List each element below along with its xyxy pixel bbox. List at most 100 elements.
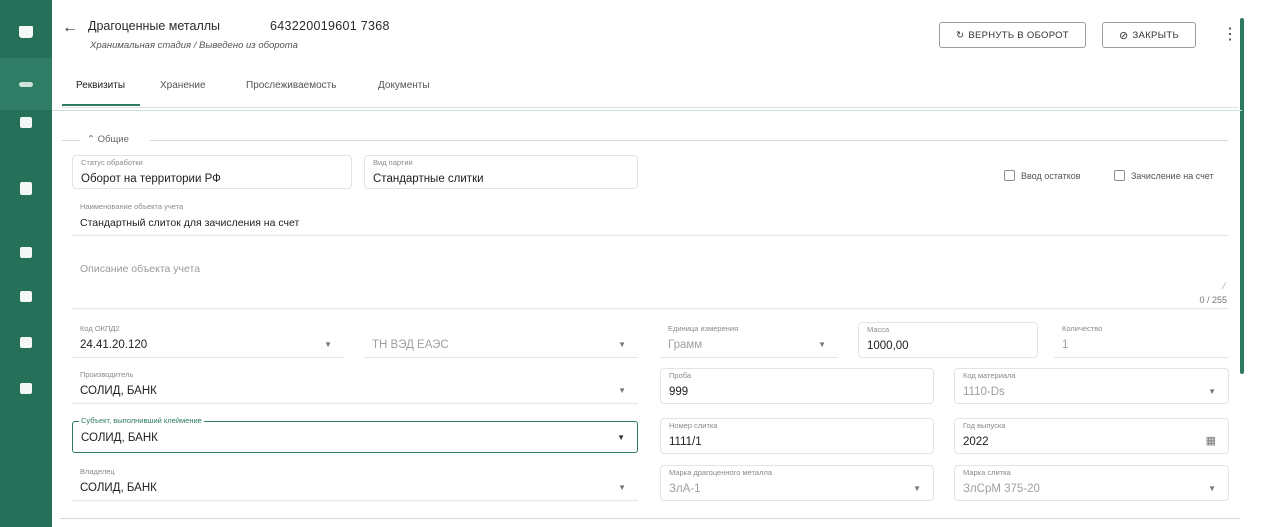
- nav-mail[interactable]: [0, 270, 52, 322]
- unit-select[interactable]: Единица измерения Грамм ▼: [660, 322, 838, 358]
- field-label: Проба: [669, 371, 692, 380]
- year-field[interactable]: Год выпуска 2022 ▦: [954, 418, 1229, 454]
- field-label: Марка слитка: [963, 468, 1011, 477]
- return-button-label: ВЕРНУТЬ В ОБОРОТ: [968, 29, 1069, 41]
- field-value: ЗлА-1: [669, 483, 701, 495]
- field-value: 24.41.20.120: [80, 339, 148, 351]
- material-code-select[interactable]: Код материала 1110-Ds ▼: [954, 368, 1229, 404]
- breadcrumb: Хранимальная стадия / Выведено из оборот…: [90, 40, 298, 51]
- owner-select[interactable]: Владелец СОЛИД, БАНК ▼: [72, 465, 638, 501]
- field-value: 1110-Ds: [963, 386, 1005, 398]
- kind-field[interactable]: Вид партии Стандартные слитки: [364, 155, 638, 189]
- object-name-field[interactable]: Наименование объекта учета Стандартный с…: [72, 200, 1229, 236]
- field-value: ТН ВЭД ЕАЭС: [372, 339, 449, 351]
- bar-brand-select[interactable]: Марка слитка ЗлСрМ 375-20 ▼: [954, 465, 1229, 501]
- textarea-placeholder: Описание объекта учета: [80, 263, 201, 275]
- wave-icon: [19, 81, 33, 87]
- left-rail: [0, 0, 52, 527]
- field-label: Вид партии: [373, 158, 413, 167]
- field-value: 1: [1062, 339, 1069, 351]
- field-value: СОЛИД, БАНК: [80, 385, 157, 397]
- tab-traceability[interactable]: Прослеживаемость: [246, 80, 336, 101]
- field-value: Стандартный слиток для зачисления на сче…: [80, 217, 300, 229]
- okpd-select[interactable]: Код ОКПД2 24.41.20.120 ▼: [72, 322, 344, 358]
- nav-cart[interactable]: [0, 6, 52, 58]
- mail-icon: [20, 290, 32, 302]
- chevron-up-icon: ⌃: [87, 134, 95, 145]
- more-menu-icon[interactable]: ⋮: [1222, 25, 1238, 45]
- chevron-down-icon: ▼: [1208, 387, 1216, 396]
- field-label: Владелец: [80, 467, 115, 476]
- nav-card[interactable]: [0, 96, 52, 148]
- field-value: СОЛИД, БАНК: [81, 432, 158, 444]
- chevron-down-icon: ▼: [617, 433, 625, 442]
- ban-icon: ⊘: [1118, 29, 1129, 42]
- object-code: 643220019601 7368: [270, 19, 390, 33]
- section-line-left: [62, 140, 80, 141]
- tab-storage[interactable]: Хранение: [160, 80, 206, 101]
- field-value: СОЛИД, БАНК: [80, 482, 157, 494]
- active-tab-indicator: [62, 104, 140, 106]
- nav-clipboard[interactable]: [0, 162, 52, 214]
- mass-field[interactable]: Масса 1000,00: [858, 322, 1038, 358]
- back-arrow-icon[interactable]: ←: [62, 20, 78, 36]
- metal-brand-select[interactable]: Марка драгоценного металла ЗлА-1 ▼: [660, 465, 934, 501]
- field-label: Масса: [867, 325, 890, 334]
- field-label: Статус обработки: [81, 158, 143, 167]
- section-line-right: [150, 140, 1228, 141]
- checkbox-box[interactable]: [1114, 170, 1125, 181]
- field-value: 1111/1: [669, 436, 702, 448]
- account-credit-checkbox[interactable]: Зачисление на счет: [1114, 170, 1214, 181]
- return-icon: ↻: [956, 29, 965, 41]
- close-button-label: ЗАКРЫТЬ: [1132, 29, 1180, 41]
- chevron-down-icon: ▼: [818, 340, 826, 349]
- section-title-label: Общие: [97, 134, 129, 145]
- tab-requisites[interactable]: Реквизиты: [76, 80, 125, 101]
- calendar-icon[interactable]: ▦: [1206, 434, 1216, 447]
- chevron-down-icon: ▼: [618, 340, 626, 349]
- chevron-down-icon: ▼: [913, 484, 921, 493]
- nav-building[interactable]: [0, 362, 52, 414]
- checkbox-label: Зачисление на счет: [1131, 170, 1214, 181]
- manufacturer-select[interactable]: Производитель СОЛИД, БАНК ▼: [72, 368, 638, 404]
- close-button[interactable]: ⊘ ЗАКРЫТЬ: [1102, 22, 1196, 48]
- description-textarea[interactable]: Описание объекта учета ⁄ 0 / 255: [72, 253, 1229, 309]
- field-label: Код материала: [963, 371, 1016, 380]
- field-label: Код ОКПД2: [80, 324, 120, 333]
- field-label: Производитель: [80, 370, 134, 379]
- scrollbar[interactable]: [1240, 18, 1244, 374]
- field-label: Количество: [1062, 324, 1103, 333]
- field-label: Субъект, выполнивший клеймение: [79, 416, 204, 425]
- checkbox-box[interactable]: [1004, 170, 1015, 181]
- opening-balance-checkbox[interactable]: Ввод остатков: [1004, 170, 1081, 181]
- clipboard-icon: [20, 181, 32, 195]
- section-general[interactable]: ⌃ Общие: [84, 134, 132, 145]
- return-to-circulation-button[interactable]: ↻ ВЕРНУТЬ В ОБОРОТ: [939, 22, 1086, 48]
- chevron-down-icon: ▼: [324, 340, 332, 349]
- quantity-field[interactable]: Количество 1: [1054, 322, 1229, 358]
- building-icon: [20, 382, 32, 394]
- field-label: Год выпуска: [963, 421, 1006, 430]
- cart-icon: [19, 26, 33, 38]
- field-value: ЗлСрМ 375-20: [963, 483, 1040, 495]
- nav-checklist[interactable]: [0, 316, 52, 368]
- tnved-select[interactable]: ТН ВЭД ЕАЭС ▼: [364, 322, 638, 358]
- field-label: Единица измерения: [668, 324, 739, 333]
- field-label: Номер слитка: [669, 421, 718, 430]
- divider: [52, 110, 1242, 111]
- field-value: Оборот на территории РФ: [81, 173, 221, 185]
- field-value: 999: [669, 386, 689, 398]
- tab-documents[interactable]: Документы: [378, 80, 430, 101]
- hallmark-org-select[interactable]: Субъект, выполнивший клеймение СОЛИД, БА…: [72, 416, 638, 453]
- resize-handle-icon[interactable]: ⁄: [1223, 281, 1225, 291]
- tab-bar: [62, 72, 1238, 108]
- field-value: Стандартные слитки: [373, 173, 484, 185]
- chevron-down-icon: ▼: [618, 386, 626, 395]
- processing-status-field[interactable]: Статус обработки Оборот на территории РФ: [72, 155, 352, 189]
- field-label: Марка драгоценного металла: [669, 468, 773, 477]
- chevron-down-icon: ▼: [618, 483, 626, 492]
- checkbox-label: Ввод остатков: [1021, 170, 1081, 181]
- field-value: 1000,00: [867, 340, 909, 352]
- bar-number-field[interactable]: Номер слитка 1111/1: [660, 418, 934, 454]
- probe-field[interactable]: Проба 999: [660, 368, 934, 404]
